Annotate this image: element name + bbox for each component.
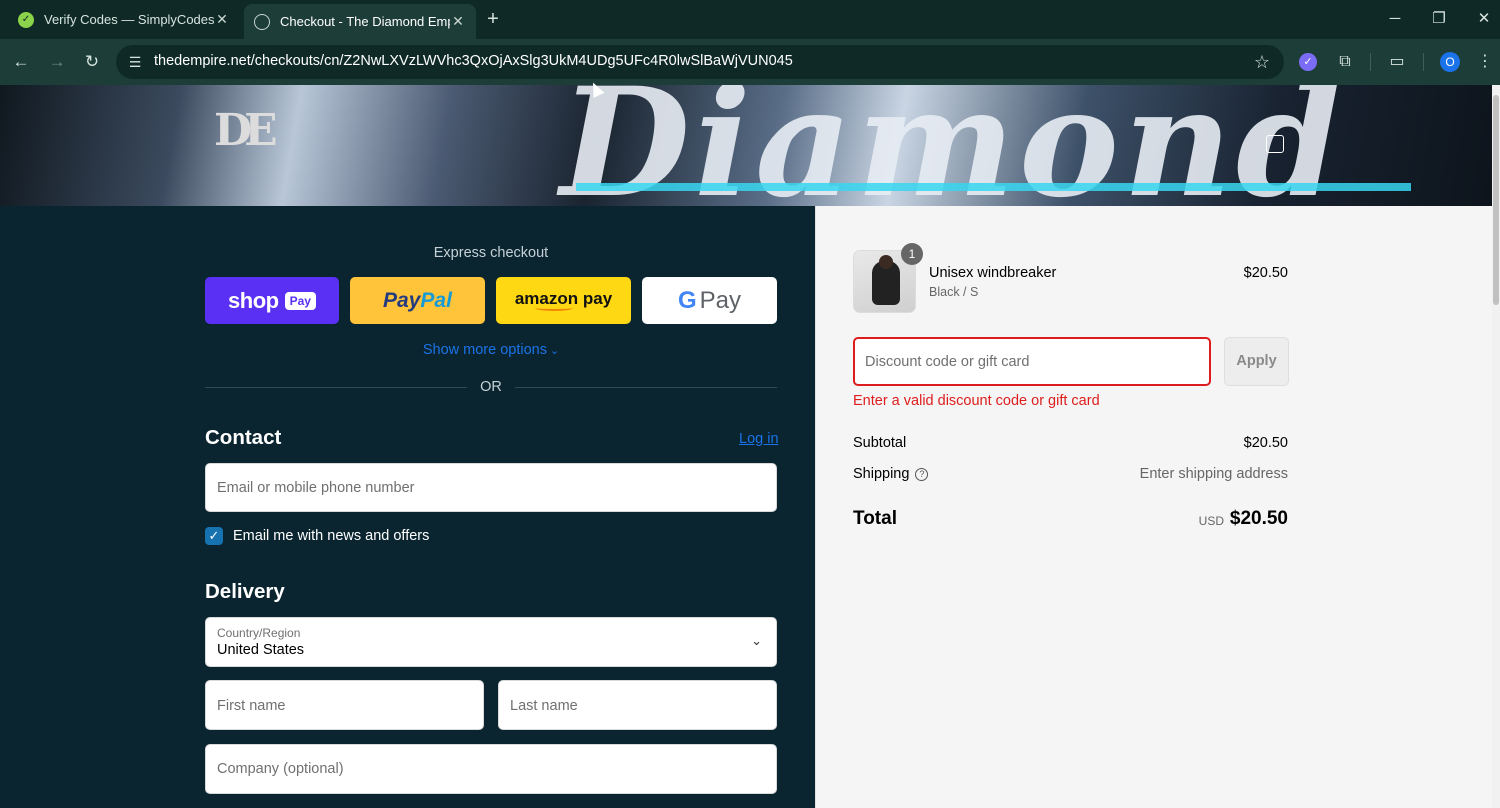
simplycodes-icon: ✓ xyxy=(18,11,34,28)
product-name: Unisex windbreaker xyxy=(929,265,1057,281)
bookmark-star-icon[interactable]: ☆ xyxy=(1254,52,1270,73)
new-tab-icon[interactable]: + xyxy=(482,8,504,30)
address-bar[interactable]: ☰ thedempire.net/checkouts/cn/Z2NwLXVzLW… xyxy=(116,45,1284,79)
store-logo[interactable]: DE xyxy=(214,105,278,156)
shipping-value: Enter shipping address xyxy=(1139,466,1288,482)
scrollbar-thumb[interactable] xyxy=(1493,95,1499,305)
toolbar-divider xyxy=(1423,53,1424,71)
minimize-icon[interactable]: ─ xyxy=(1384,8,1406,30)
last-name-field[interactable]: Last name xyxy=(498,680,777,730)
menu-kebab-icon[interactable]: ⋮ xyxy=(1474,51,1496,73)
amazon-pay-button[interactable]: amazon pay xyxy=(496,277,631,324)
country-select[interactable]: Country/Region United States ⌄ xyxy=(205,617,777,667)
close-icon[interactable]: ✕ xyxy=(450,13,466,30)
chevron-down-icon: ⌄ xyxy=(549,345,560,357)
divider-line xyxy=(515,387,777,388)
express-checkout-label: Express checkout xyxy=(433,245,549,261)
or-divider-text: OR xyxy=(480,379,502,395)
apply-discount-button[interactable]: Apply xyxy=(1224,337,1289,386)
site-settings-icon[interactable]: ☰ xyxy=(126,53,144,71)
product-variant: Black / S xyxy=(929,285,979,299)
tab-title: Verify Codes — SimplyCodes xyxy=(44,12,214,27)
subtotal-label: Subtotal xyxy=(853,435,907,451)
close-icon[interactable]: ✕ xyxy=(214,11,230,28)
page-scrollbar[interactable] xyxy=(1492,85,1500,808)
total-currency: USD xyxy=(1198,514,1224,528)
show-more-options-link[interactable]: Show more options ⌄ xyxy=(205,342,777,358)
google-pay-button[interactable]: G Pay xyxy=(642,277,777,324)
shipping-label: Shipping? xyxy=(853,466,929,482)
newsletter-checkbox[interactable]: ✓ xyxy=(205,527,223,545)
divider-line xyxy=(205,387,467,388)
quantity-badge: 1 xyxy=(901,243,923,265)
toolbar-divider xyxy=(1370,53,1371,71)
tab-title: Checkout - The Diamond Empir xyxy=(280,14,450,29)
discount-code-input[interactable]: Discount code or gift card xyxy=(853,337,1211,386)
product-price: $20.50 xyxy=(1243,265,1288,281)
delivery-heading: Delivery xyxy=(205,580,285,603)
reload-icon[interactable]: ↻ xyxy=(81,51,103,73)
window-close-icon[interactable]: ✕ xyxy=(1473,8,1495,30)
company-field[interactable]: Company (optional) xyxy=(205,744,777,794)
restore-icon[interactable]: ❐ xyxy=(1428,8,1450,30)
first-name-field[interactable]: First name xyxy=(205,680,484,730)
chevron-down-icon: ⌄ xyxy=(751,633,762,648)
url-text[interactable]: thedempire.net/checkouts/cn/Z2NwLXVzLWVh… xyxy=(154,53,793,69)
globe-icon xyxy=(254,13,270,30)
newsletter-label[interactable]: Email me with news and offers xyxy=(233,528,429,544)
amazon-smile-icon xyxy=(534,305,573,311)
email-field[interactable]: Email or mobile phone number xyxy=(205,463,777,512)
back-icon[interactable]: ← xyxy=(10,51,32,73)
profile-avatar[interactable]: O xyxy=(1440,52,1460,72)
forward-icon[interactable]: → xyxy=(46,51,68,73)
order-summary-panel: 1 Unisex windbreaker Black / S $20.50 Di… xyxy=(815,206,1492,808)
browser-toolbar: ← → ↻ ☰ thedempire.net/checkouts/cn/Z2Nw… xyxy=(0,39,1500,85)
checkout-form-panel: Express checkout shop Pay Pay Pal amazon … xyxy=(0,206,815,808)
contact-heading: Contact xyxy=(205,426,282,449)
discount-error-message: Enter a valid discount code or gift card xyxy=(853,393,1100,409)
help-circle-icon[interactable]: ? xyxy=(915,468,929,481)
subtotal-value: $20.50 xyxy=(1243,435,1288,451)
shop-pay-button[interactable]: shop Pay xyxy=(205,277,339,324)
cast-icon[interactable]: ▭ xyxy=(1386,51,1408,73)
extensions-puzzle-icon[interactable]: ⧉ xyxy=(1334,51,1356,73)
total-value: $20.50 xyxy=(1229,508,1288,529)
store-banner: Diamond DE xyxy=(0,85,1492,206)
tab-checkout[interactable]: Checkout - The Diamond Empir ✕ xyxy=(244,4,476,39)
log-in-link[interactable]: Log in xyxy=(739,431,779,447)
extension-simplycodes-icon[interactable]: ✓ xyxy=(1299,53,1317,71)
google-g-icon: G xyxy=(677,286,697,314)
paypal-button[interactable]: Pay Pal xyxy=(350,277,485,324)
tab-simplycodes[interactable]: ✓ Verify Codes — SimplyCodes ✕ xyxy=(8,4,240,35)
total-label: Total xyxy=(853,508,897,529)
banner-neon-graphic xyxy=(576,183,1411,206)
browser-tab-bar: ✓ Verify Codes — SimplyCodes ✕ Checkout … xyxy=(0,0,1500,39)
cart-bag-icon[interactable] xyxy=(1266,135,1284,153)
